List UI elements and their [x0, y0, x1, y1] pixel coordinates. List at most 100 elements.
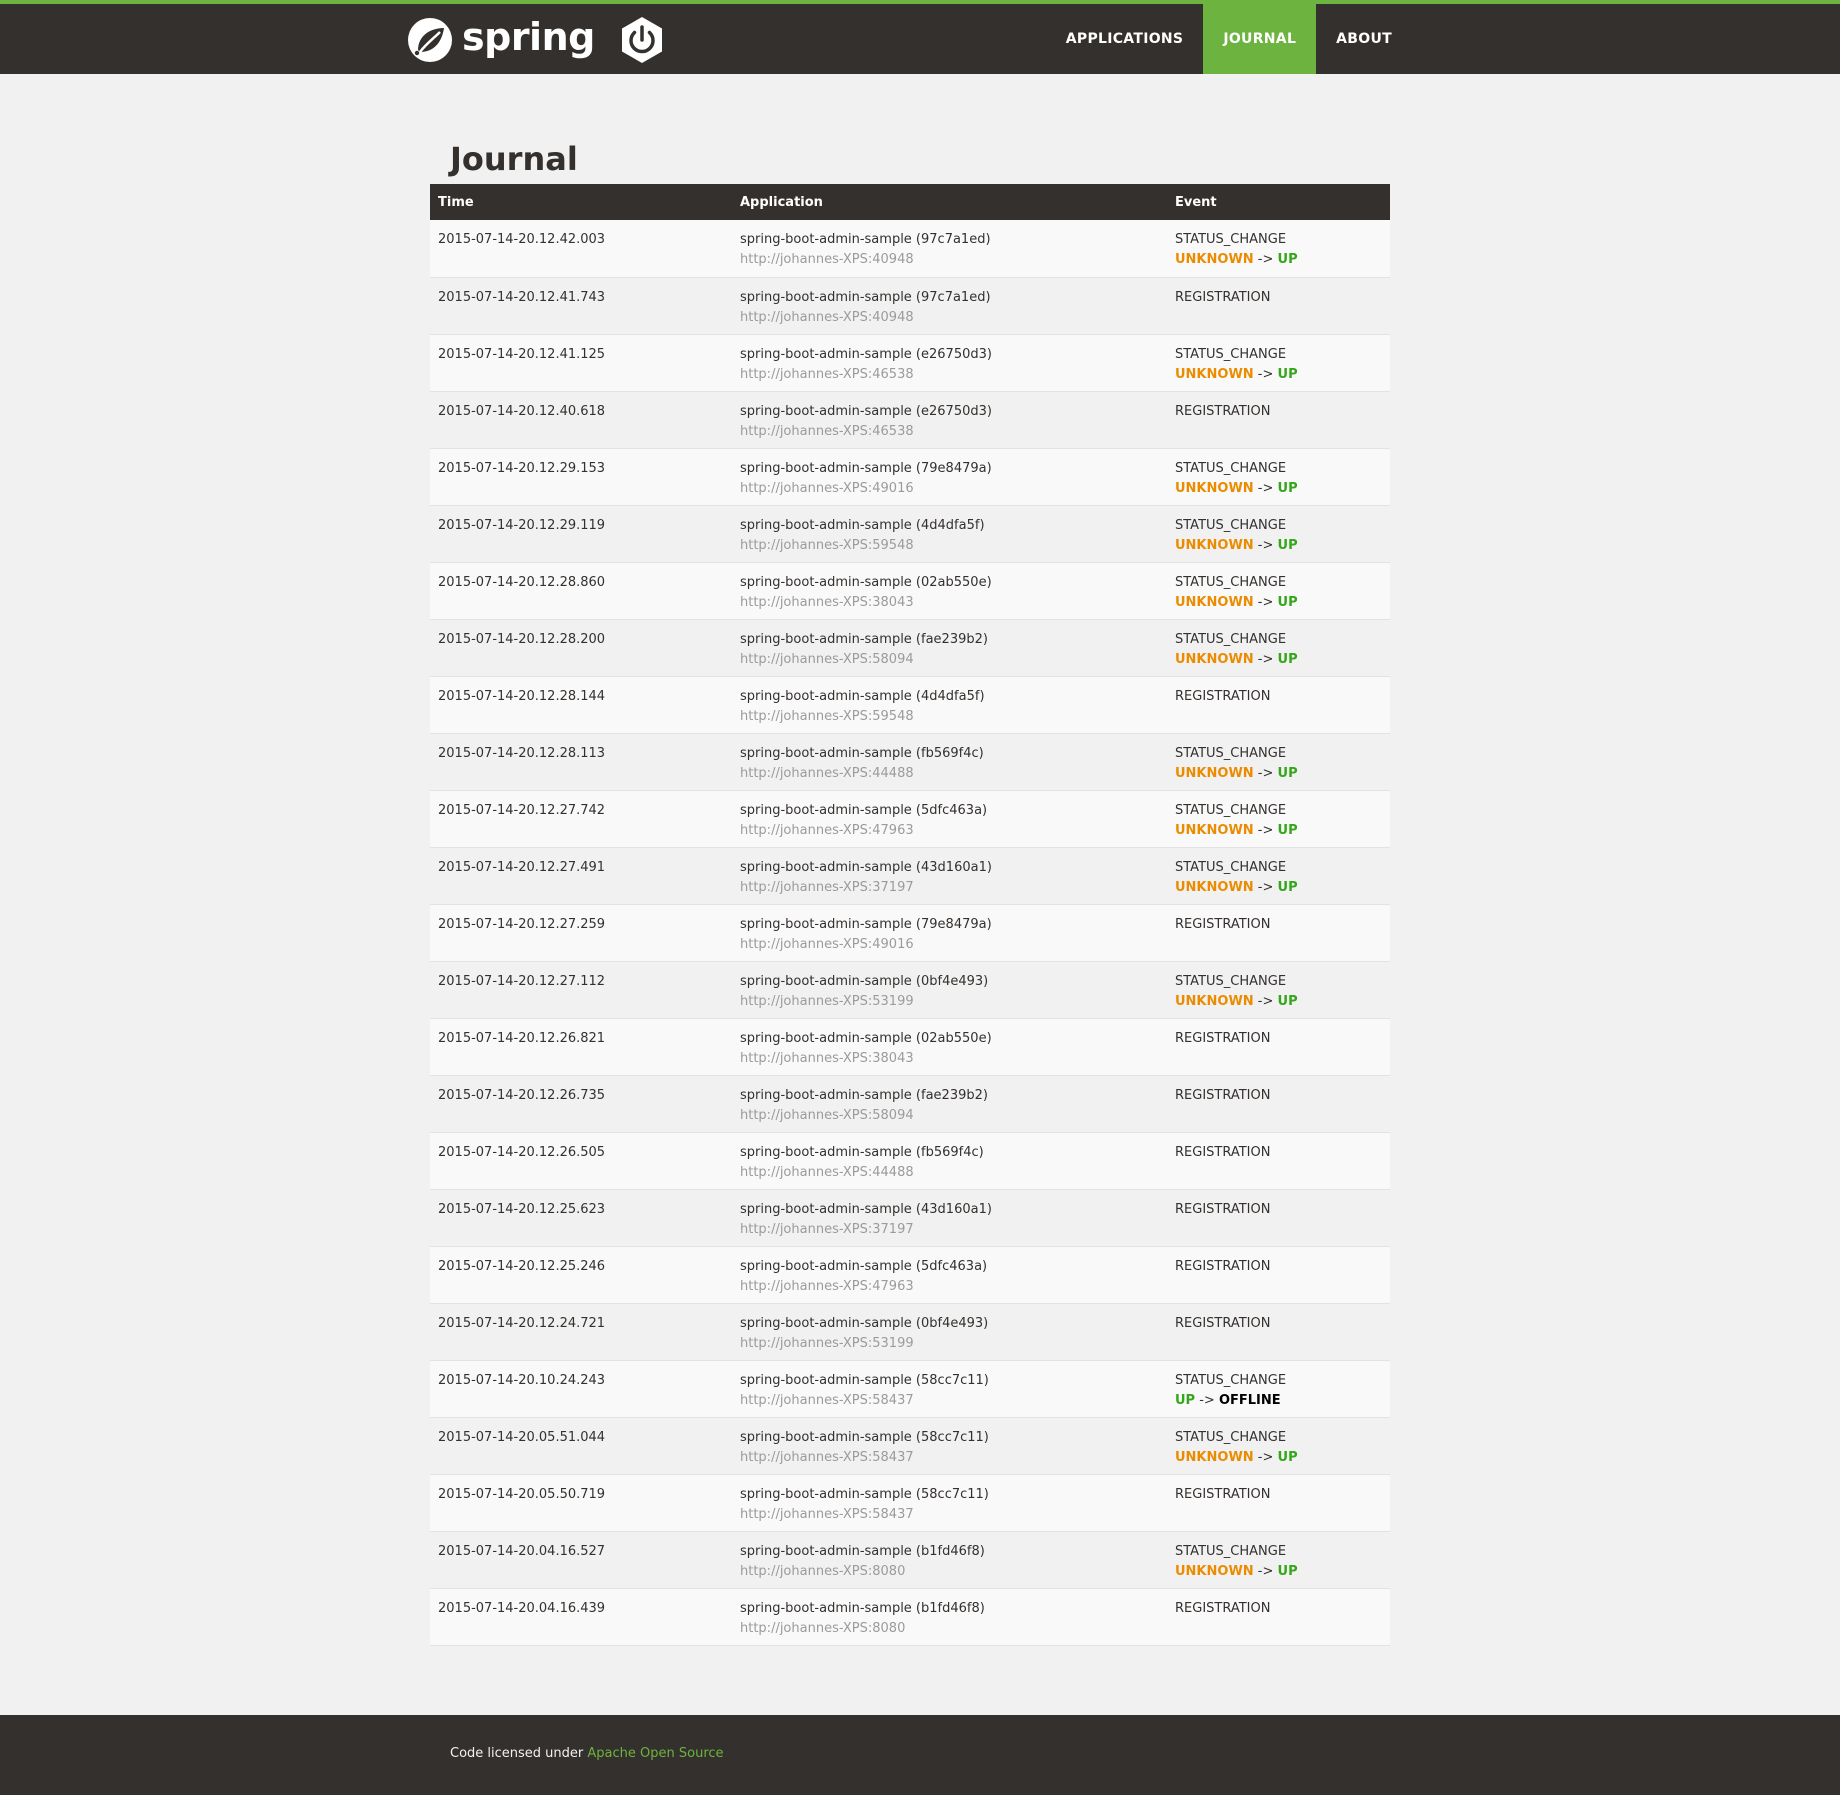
cell-time: 2015-07-14-20.12.25.246 [430, 1246, 732, 1304]
power-icon [621, 17, 662, 63]
application-name: spring-boot-admin-sample (0bf4e493) [740, 1315, 989, 1331]
application-name: spring-boot-admin-sample (e26750d3) [740, 346, 992, 362]
application-name: spring-boot-admin-sample (5dfc463a) [740, 1258, 988, 1274]
application-name: spring-boot-admin-sample (fb569f4c) [740, 745, 984, 761]
event-type: STATUS_CHANGE [1175, 745, 1287, 761]
event-type: REGISTRATION [1175, 403, 1271, 419]
page-title: Journal [450, 140, 578, 178]
cell-application: spring-boot-admin-sample (fae239b2) http:… [732, 619, 1167, 677]
status-to: UP [1277, 537, 1298, 553]
status-from: UNKNOWN [1175, 594, 1254, 610]
cell-time: 2015-07-14-20.12.28.113 [430, 733, 732, 791]
application-url: http://johannes-XPS:44488 [740, 1164, 914, 1180]
application-url: http://johannes-XPS:37197 [740, 1221, 914, 1237]
event-type: REGISTRATION [1175, 1258, 1271, 1274]
cell-application: spring-boot-admin-sample (0bf4e493) http:… [732, 961, 1167, 1019]
application-name: spring-boot-admin-sample (0bf4e493) [740, 973, 989, 989]
table-row: 2015-07-14-20.12.27.491 spring-boot-admin… [430, 847, 1390, 905]
cell-time: 2015-07-14-20.12.24.721 [430, 1303, 732, 1361]
table-row: 2015-07-14-20.12.25.246 spring-boot-admin… [430, 1246, 1390, 1304]
event-type: REGISTRATION [1175, 1315, 1271, 1331]
event-type: STATUS_CHANGE [1175, 631, 1287, 647]
status-to: UP [1277, 651, 1298, 667]
cell-time: 2015-07-14-20.12.26.821 [430, 1018, 732, 1076]
application-url: http://johannes-XPS:58437 [740, 1392, 914, 1408]
application-url: http://johannes-XPS:59548 [740, 708, 914, 724]
nav-applications[interactable]: APPLICATIONS [1046, 4, 1204, 74]
status-transition: UNKNOWN -> UP [1175, 594, 1298, 610]
application-url: http://johannes-XPS:38043 [740, 594, 914, 610]
cell-application: spring-boot-admin-sample (e26750d3) http:… [732, 391, 1167, 449]
application-name: spring-boot-admin-sample (5dfc463a) [740, 802, 988, 818]
cell-time: 2015-07-14-20.12.40.618 [430, 391, 732, 449]
event-type: REGISTRATION [1175, 1087, 1271, 1103]
application-url: http://johannes-XPS:44488 [740, 765, 914, 781]
cell-time: 2015-07-14-20.05.50.719 [430, 1474, 732, 1532]
cell-application: spring-boot-admin-sample (b1fd46f8) http:… [732, 1588, 1167, 1646]
footer-text: Code licensed under [450, 1746, 584, 1761]
cell-time: 2015-07-14-20.12.28.860 [430, 562, 732, 620]
status-from: UNKNOWN [1175, 537, 1254, 553]
column-header-time[interactable]: Time [430, 184, 732, 220]
nav-about[interactable]: ABOUT [1316, 4, 1412, 74]
cell-application: spring-boot-admin-sample (fb569f4c) http:… [732, 733, 1167, 791]
cell-time: 2015-07-14-20.12.27.742 [430, 790, 732, 848]
table-row: 2015-07-14-20.12.27.112 spring-boot-admin… [430, 961, 1390, 1019]
cell-time: 2015-07-14-20.04.16.527 [430, 1531, 732, 1589]
application-url: http://johannes-XPS:40948 [740, 309, 914, 325]
cell-event: STATUS_CHANGE UNKNOWN -> UP [1167, 334, 1390, 392]
cell-event: STATUS_CHANGE UNKNOWN -> UP [1167, 961, 1390, 1019]
cell-time: 2015-07-14-20.12.25.623 [430, 1189, 732, 1247]
nav-journal[interactable]: JOURNAL [1203, 4, 1317, 74]
event-type: STATUS_CHANGE [1175, 460, 1287, 476]
cell-application: spring-boot-admin-sample (5dfc463a) http:… [732, 790, 1167, 848]
application-url: http://johannes-XPS:40948 [740, 252, 914, 267]
cell-event: STATUS_CHANGE UNKNOWN -> UP [1167, 562, 1390, 620]
status-transition: UNKNOWN -> UP [1175, 879, 1298, 895]
cell-time: 2015-07-14-20.12.41.743 [430, 277, 732, 335]
status-to: UP [1277, 822, 1298, 838]
cell-time: 2015-07-14-20.12.28.144 [430, 676, 732, 734]
column-header-event[interactable]: Event [1167, 184, 1390, 220]
application-url: http://johannes-XPS:58094 [740, 651, 914, 667]
application-url: http://johannes-XPS:53199 [740, 1335, 914, 1351]
status-from: UNKNOWN [1175, 1563, 1254, 1579]
status-transition: UNKNOWN -> UP [1175, 366, 1298, 382]
cell-application: spring-boot-admin-sample (4d4dfa5f) http:… [732, 505, 1167, 563]
application-name: spring-boot-admin-sample (97c7a1ed) [740, 232, 991, 247]
cell-application: spring-boot-admin-sample (58cc7c11) http:… [732, 1417, 1167, 1475]
application-url: http://johannes-XPS:49016 [740, 936, 914, 952]
cell-application: spring-boot-admin-sample (97c7a1ed) http:… [732, 220, 1167, 278]
cell-event: REGISTRATION [1167, 1474, 1390, 1532]
brand[interactable]: spring [406, 14, 667, 66]
status-from: UNKNOWN [1175, 1449, 1254, 1465]
license-link[interactable]: Apache Open Source [587, 1746, 723, 1761]
status-transition: UNKNOWN -> UP [1175, 1563, 1298, 1579]
table-row: 2015-07-14-20.12.29.119 spring-boot-admin… [430, 505, 1390, 563]
cell-time: 2015-07-14-20.12.27.259 [430, 904, 732, 962]
status-from: UNKNOWN [1175, 651, 1254, 667]
brand-wordmark: spring [462, 15, 595, 59]
event-type: REGISTRATION [1175, 1486, 1271, 1502]
table-row: 2015-07-14-20.12.28.144 spring-boot-admin… [430, 676, 1390, 734]
cell-application: spring-boot-admin-sample (4d4dfa5f) http:… [732, 676, 1167, 734]
application-name: spring-boot-admin-sample (e26750d3) [740, 403, 992, 419]
cell-event: REGISTRATION [1167, 1018, 1390, 1076]
status-transition: UNKNOWN -> UP [1175, 252, 1298, 267]
event-type: REGISTRATION [1175, 688, 1271, 704]
status-transition: UNKNOWN -> UP [1175, 480, 1298, 496]
cell-time: 2015-07-14-20.12.29.153 [430, 448, 732, 506]
table-row: 2015-07-14-20.12.26.735 spring-boot-admin… [430, 1075, 1390, 1133]
cell-time: 2015-07-14-20.05.51.044 [430, 1417, 732, 1475]
table-row: 2015-07-14-20.12.29.153 spring-boot-admin… [430, 448, 1390, 506]
cell-event: REGISTRATION [1167, 277, 1390, 335]
status-from: UP [1175, 1392, 1196, 1408]
event-type: STATUS_CHANGE [1175, 517, 1287, 533]
event-type: STATUS_CHANGE [1175, 346, 1287, 362]
cell-time: 2015-07-14-20.12.27.491 [430, 847, 732, 905]
application-name: spring-boot-admin-sample (43d160a1) [740, 1201, 992, 1217]
cell-time: 2015-07-14-20.04.16.439 [430, 1588, 732, 1646]
cell-time: 2015-07-14-20.10.24.243 [430, 1360, 732, 1418]
table-row: 2015-07-14-20.12.27.259 spring-boot-admin… [430, 904, 1390, 962]
column-header-application[interactable]: Application [732, 184, 1167, 220]
